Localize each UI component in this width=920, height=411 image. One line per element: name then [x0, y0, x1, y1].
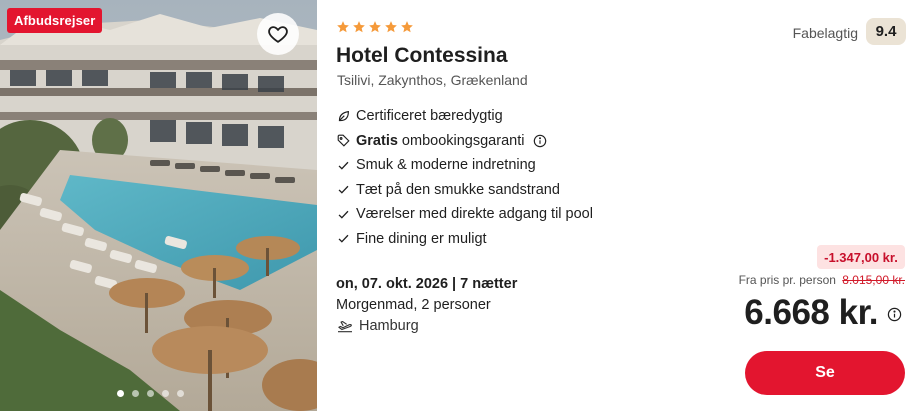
leaf-icon [337, 110, 350, 123]
info-icon[interactable] [533, 134, 547, 148]
feature-item: Fine dining er muligt [337, 227, 593, 252]
check-icon [337, 183, 350, 196]
favorite-button[interactable] [257, 13, 299, 55]
carousel-dot[interactable] [117, 390, 124, 397]
star-rating [336, 20, 414, 34]
hotel-location: Tsilivi, Zakynthos, Grækenland [337, 72, 528, 88]
hotel-card[interactable]: Afbudsrejser Hotel Contessina Tsilivi, Z… [0, 0, 920, 411]
discount-badge: -1.347,00 kr. [817, 245, 905, 269]
feature-text: Tæt på den smukke sandstrand [356, 181, 560, 198]
rating-label: Fabelagtig [792, 25, 858, 41]
feature-item: Certificeret bæredygtig [337, 104, 593, 129]
feature-bold-text: Gratis [356, 132, 398, 149]
feature-item: Værelser med direkte adgang til pool [337, 202, 593, 227]
star-icon [385, 21, 397, 33]
feature-item: Smuk & moderne indretning [337, 153, 593, 178]
star-icon [337, 21, 349, 33]
plane-takeoff-icon [338, 320, 352, 333]
trip-date: on, 07. okt. 2026 | 7 nætter [336, 276, 518, 292]
hotel-photo[interactable]: Afbudsrejser [0, 0, 317, 411]
trip-board: Morgenmad, 2 personer [336, 297, 491, 313]
hotel-name[interactable]: Hotel Contessina [336, 44, 508, 68]
feature-text: Værelser med direkte adgang til pool [356, 206, 593, 223]
star-icon [353, 21, 365, 33]
check-icon [337, 208, 350, 221]
trip-departure: Hamburg [337, 318, 419, 334]
feature-text: Certificeret bæredygtig [356, 108, 503, 125]
feature-text: Smuk & moderne indretning [356, 157, 536, 174]
feature-item: Gratis ombookingsgaranti [337, 129, 593, 154]
see-offer-button[interactable]: Se [745, 351, 905, 395]
carousel-dot[interactable] [162, 390, 169, 397]
heart-icon [268, 26, 288, 43]
info-icon[interactable] [887, 307, 902, 327]
price-from-label: Fra pris pr. person [738, 273, 836, 287]
carousel-dots [117, 390, 184, 397]
tag-icon [337, 134, 350, 147]
old-price: 8.015,00 kr. [842, 273, 905, 287]
hotel-photo-image [0, 0, 317, 411]
carousel-dot[interactable] [147, 390, 154, 397]
feature-list: Certificeret bæredygtig Gratis ombooking… [337, 104, 593, 251]
feature-text: Fine dining er muligt [356, 230, 487, 247]
feature-text: ombookingsgaranti [401, 132, 525, 149]
carousel-dot[interactable] [132, 390, 139, 397]
price-from: Fra pris pr. person 8.015,00 kr. [739, 273, 905, 287]
feature-item: Tæt på den smukke sandstrand [337, 178, 593, 203]
carousel-dot[interactable] [177, 390, 184, 397]
rating-score: 9.4 [866, 18, 906, 45]
current-price: 6.668 kr. [744, 293, 878, 332]
departure-city: Hamburg [359, 318, 419, 334]
deal-badge: Afbudsrejser [7, 8, 103, 33]
star-icon [369, 21, 381, 33]
star-icon [401, 21, 413, 33]
check-icon [337, 159, 350, 172]
check-icon [337, 232, 350, 245]
